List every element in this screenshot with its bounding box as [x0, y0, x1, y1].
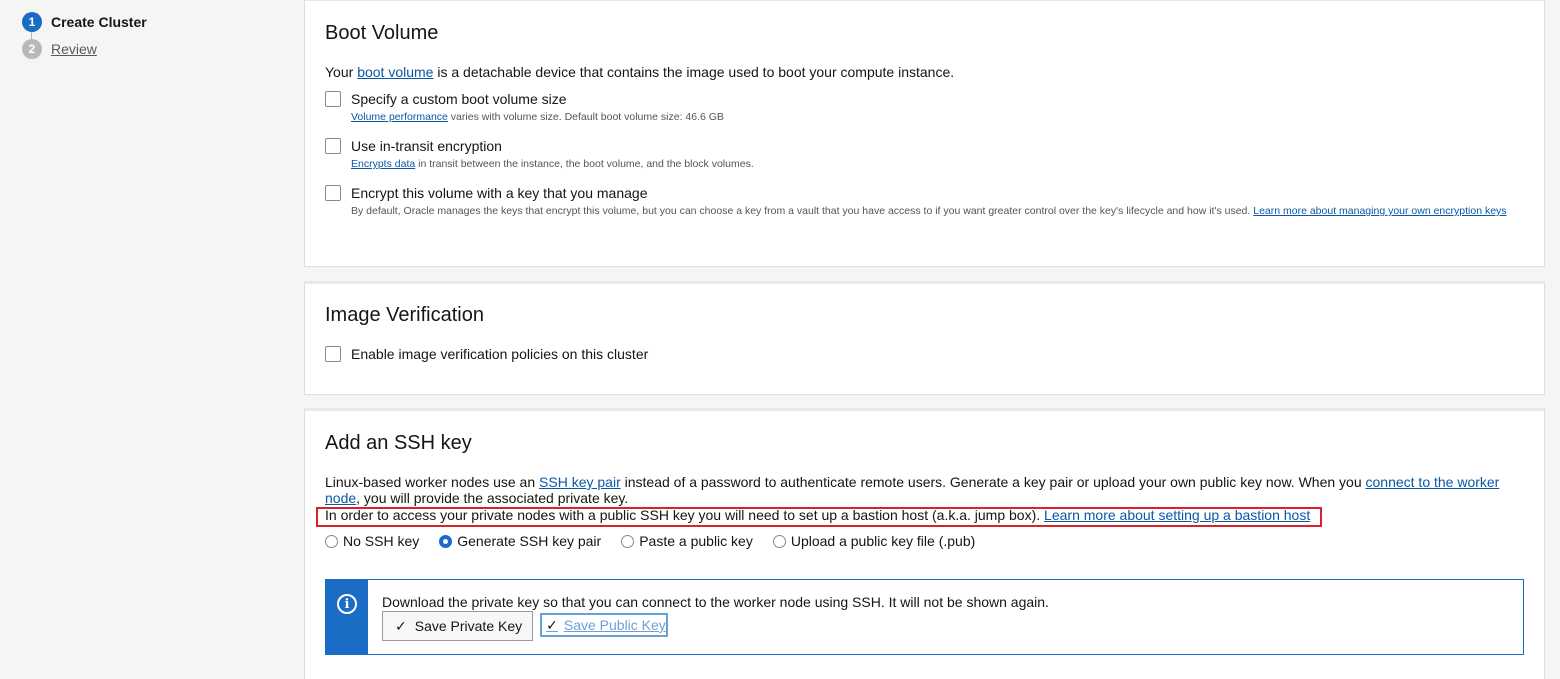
step-review[interactable]: 2 Review	[22, 39, 147, 59]
radio-upload-key-label: Upload a public key file (.pub)	[790, 533, 976, 549]
image-verification-panel: Image Verification Enable image verifica…	[304, 281, 1545, 395]
radio-no-ssh-key-circle[interactable]	[325, 534, 338, 548]
image-verification-checkbox[interactable]	[325, 346, 341, 362]
radio-generate-key-circle[interactable]	[439, 534, 453, 548]
ssh-key-title: Add an SSH key	[325, 432, 472, 454]
step-1-label: Create Cluster	[51, 14, 147, 30]
info-message: i Download the private key so that you c…	[325, 579, 1524, 655]
save-public-key-label: Save Public Key	[563, 617, 666, 633]
in-transit-help: Encrypts data in transit between the ins…	[351, 158, 754, 170]
radio-paste-key-label: Paste a public key	[639, 533, 753, 549]
step-2-label[interactable]: Review	[51, 41, 97, 57]
image-verification-label: Enable image verification policies on th…	[351, 346, 649, 362]
radio-upload-key-circle[interactable]	[772, 534, 786, 548]
step-1-badge: 1	[22, 12, 42, 32]
own-key-help: By default, Oracle manages the keys that…	[351, 205, 1507, 217]
step-2-badge: 2	[22, 39, 42, 59]
custom-size-checkbox[interactable]	[325, 91, 341, 107]
highlight-box	[316, 507, 1322, 527]
radio-paste-key[interactable]: Paste a public key	[621, 533, 753, 549]
manage-keys-link[interactable]: Learn more about managing your own encry…	[1253, 205, 1506, 217]
info-icon: i	[337, 594, 357, 614]
boot-volume-intro: Your boot volume is a detachable device …	[325, 64, 955, 80]
info-text: Download the private key so that you can…	[382, 594, 1049, 610]
custom-size-label: Specify a custom boot volume size	[351, 91, 567, 107]
radio-no-ssh-key[interactable]: No SSH key	[325, 533, 419, 549]
boot-volume-link[interactable]: boot volume	[357, 64, 433, 80]
own-key-label: Encrypt this volume with a key that you …	[351, 185, 648, 201]
ssh-option-group: No SSH key Generate SSH key pair Paste a…	[325, 533, 995, 549]
in-transit-checkbox[interactable]	[325, 138, 341, 154]
save-private-key-button[interactable]: ✓ Save Private Key	[382, 611, 534, 641]
ssh-key-panel: Add an SSH key Linux-based worker nodes …	[304, 408, 1545, 679]
boot-volume-title: Boot Volume	[325, 22, 439, 44]
in-transit-label: Use in-transit encryption	[351, 138, 502, 154]
in-transit-row: Use in-transit encryption Encrypts data …	[325, 138, 754, 173]
save-public-key-button[interactable]: ✓ Save Public Key	[540, 613, 668, 637]
ssh-description: Linux-based worker nodes use an SSH key …	[325, 474, 1500, 506]
check-icon: ✓	[546, 616, 558, 633]
image-verification-title: Image Verification	[325, 304, 484, 326]
info-content: Download the private key so that you can…	[368, 580, 1049, 654]
radio-generate-key-label: Generate SSH key pair	[457, 533, 602, 549]
radio-generate-key[interactable]: Generate SSH key pair	[439, 533, 601, 549]
ssh-key-pair-link[interactable]: SSH key pair	[539, 474, 621, 490]
own-key-row: Encrypt this volume with a key that you …	[325, 185, 1537, 220]
radio-upload-key[interactable]: Upload a public key file (.pub)	[772, 533, 976, 549]
step-connector	[31, 32, 32, 39]
key-button-row: ✓ Save Private Key ✓ Save Public Key	[382, 611, 1049, 641]
encrypts-data-link[interactable]: Encrypts data	[351, 158, 415, 170]
radio-no-ssh-key-label: No SSH key	[343, 533, 420, 549]
own-key-checkbox[interactable]	[325, 185, 341, 201]
custom-size-row: Specify a custom boot volume size Volume…	[325, 91, 724, 126]
step-create-cluster[interactable]: 1 Create Cluster	[22, 12, 147, 39]
volume-performance-link[interactable]: Volume performance	[351, 111, 448, 123]
info-stripe: i	[326, 580, 368, 654]
radio-paste-key-circle[interactable]	[621, 534, 635, 548]
save-private-key-label: Save Private Key	[414, 618, 523, 634]
image-verification-row: Enable image verification policies on th…	[325, 346, 648, 362]
custom-size-help: Volume performance varies with volume si…	[351, 111, 724, 123]
wizard-steps: 1 Create Cluster 2 Review	[22, 12, 147, 66]
check-icon: ✓	[395, 617, 407, 634]
boot-volume-panel: Boot Volume Your boot volume is a detach…	[304, 0, 1545, 267]
